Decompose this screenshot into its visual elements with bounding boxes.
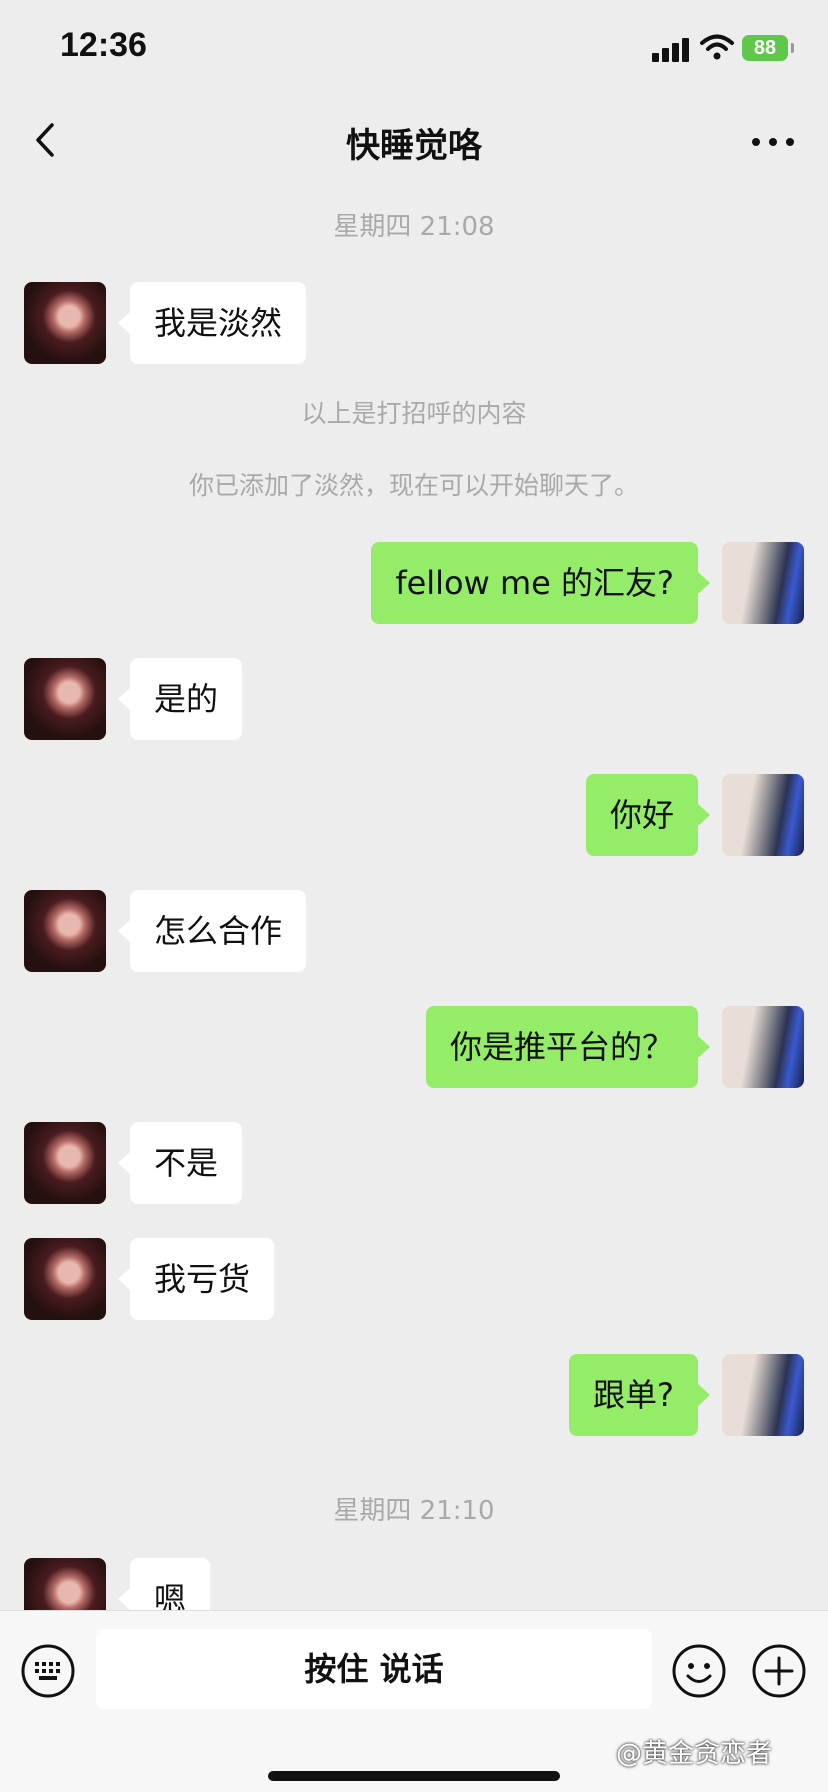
self-avatar[interactable] xyxy=(722,774,804,856)
nav-bar: 快睡觉咯 xyxy=(0,100,828,180)
more-icon[interactable] xyxy=(748,126,798,156)
message-bubble-sent[interactable]: 跟单? xyxy=(569,1354,710,1436)
contact-avatar[interactable] xyxy=(24,1122,106,1204)
hold-to-talk-button[interactable]: 按住 说话 xyxy=(96,1629,652,1709)
cellular-signal-icon xyxy=(652,36,690,62)
battery-icon: 88 xyxy=(742,35,794,61)
contact-avatar[interactable] xyxy=(24,890,106,972)
self-avatar[interactable] xyxy=(722,542,804,624)
status-bar: 12:36 88 xyxy=(0,0,828,100)
emoji-icon[interactable] xyxy=(671,1643,727,1699)
self-avatar[interactable] xyxy=(722,1006,804,1088)
battery-level: 88 xyxy=(753,37,777,59)
message-bubble-sent[interactable]: 你好 xyxy=(585,774,711,856)
message-bubble-received[interactable]: 嗯 xyxy=(117,1558,211,1610)
home-indicator[interactable] xyxy=(268,1771,560,1781)
contact-avatar[interactable] xyxy=(24,1238,106,1320)
system-message: 你已添加了淡然，现在可以开始聊天了。 xyxy=(188,471,639,500)
plus-circle-icon[interactable] xyxy=(751,1643,807,1699)
message-bubble-received[interactable]: 不是 xyxy=(117,1122,243,1204)
contact-avatar[interactable] xyxy=(24,1558,106,1610)
timestamp: 星期四 21:10 xyxy=(333,1496,495,1526)
keyboard-icon[interactable] xyxy=(20,1643,76,1699)
chat-screen: 12:36 88 快睡觉咯 星期四 21:08 我是淡然 以上是打招呼的内容 你… xyxy=(0,0,828,1792)
contact-avatar[interactable] xyxy=(24,282,106,364)
wifi-icon xyxy=(700,34,734,60)
chat-message-list[interactable]: 星期四 21:08 我是淡然 以上是打招呼的内容 你已添加了淡然，现在可以开始聊… xyxy=(0,180,828,1610)
timestamp: 星期四 21:08 xyxy=(333,212,495,242)
watermark-text: @黄金贪恋者 xyxy=(616,1739,773,1769)
message-bubble-received[interactable]: 我亏货 xyxy=(117,1238,275,1320)
message-bubble-sent[interactable]: fellow me 的汇友? xyxy=(371,542,710,624)
input-toolbar: 按住 说话 @黄金贪恋者 xyxy=(0,1610,828,1792)
system-message: 以上是打招呼的内容 xyxy=(301,399,527,428)
self-avatar[interactable] xyxy=(722,1354,804,1436)
status-time: 12:36 xyxy=(60,26,147,64)
message-bubble-received[interactable]: 我是淡然 xyxy=(117,282,307,364)
message-bubble-received[interactable]: 怎么合作 xyxy=(117,890,307,972)
contact-avatar[interactable] xyxy=(24,658,106,740)
chat-title: 快睡觉咯 xyxy=(346,126,482,166)
message-bubble-sent[interactable]: 你是推平台的？ xyxy=(425,1006,711,1088)
message-bubble-received[interactable]: 是的 xyxy=(117,658,243,740)
